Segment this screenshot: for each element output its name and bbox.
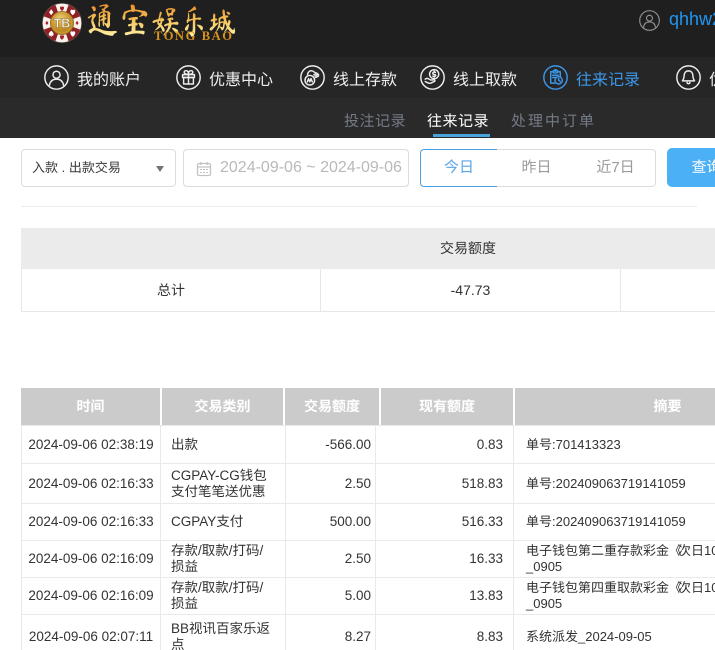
svg-text:TB: TB	[54, 17, 71, 31]
